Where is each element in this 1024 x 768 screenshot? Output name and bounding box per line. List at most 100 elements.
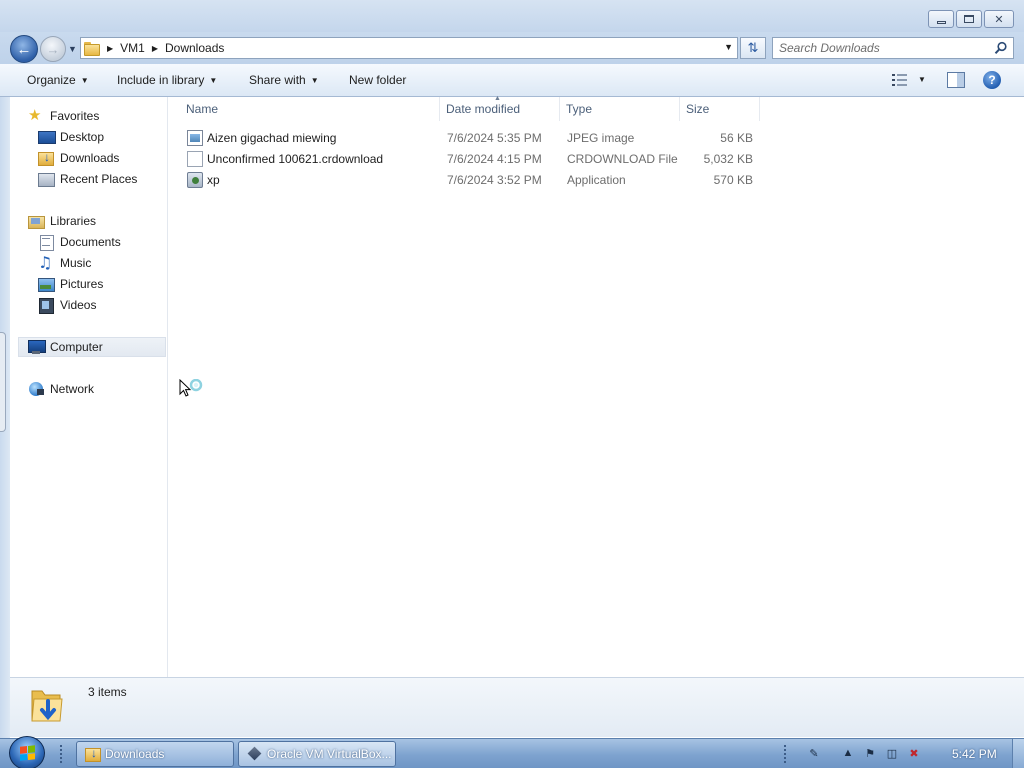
file-size: 570 KB bbox=[713, 173, 753, 187]
star-icon: ★ bbox=[28, 107, 42, 124]
taskbar-clock[interactable]: 5:42 PM bbox=[952, 747, 997, 761]
forward-button[interactable]: → bbox=[40, 36, 66, 62]
busy-cursor-icon bbox=[179, 379, 203, 397]
file-type: Application bbox=[567, 173, 626, 187]
column-header-label: Type bbox=[566, 102, 593, 116]
refresh-button[interactable]: ⇅ bbox=[740, 37, 766, 59]
virtualbox-icon bbox=[247, 746, 263, 762]
sidebar-item-label: Network bbox=[50, 382, 95, 396]
windows-logo-icon bbox=[20, 745, 35, 761]
recent-pages-dropdown[interactable]: ▼ bbox=[68, 44, 77, 54]
tray-grip[interactable] bbox=[784, 745, 788, 763]
close-button[interactable]: ✕ bbox=[984, 10, 1014, 28]
organize-menu[interactable]: Organize ▼ bbox=[27, 73, 89, 87]
window-left-border bbox=[0, 32, 10, 738]
action-center-flag-icon[interactable]: ⚑ bbox=[862, 745, 878, 761]
file-size: 5,032 KB bbox=[703, 152, 753, 166]
file-row[interactable]: Unconfirmed 100621.crdownload 7/6/2024 4… bbox=[181, 149, 761, 170]
computer-icon bbox=[28, 339, 46, 355]
sidebar-item-label: Favorites bbox=[50, 109, 100, 123]
file-list-view[interactable]: Name ▲ Date modified Type Size Aizen gig… bbox=[169, 95, 1024, 677]
downloads-folder-icon bbox=[31, 690, 63, 722]
close-icon: ✕ bbox=[994, 12, 1004, 26]
column-header-type[interactable]: Type bbox=[560, 97, 680, 121]
chevron-right-icon[interactable]: ▶ bbox=[152, 44, 158, 53]
column-header-label: Date modified bbox=[446, 102, 521, 116]
blank-file-icon bbox=[187, 151, 203, 167]
taskbar-button-virtualbox[interactable]: Oracle VM VirtualBox... bbox=[238, 741, 396, 767]
chevron-down-icon: ▼ bbox=[80, 75, 89, 85]
back-button[interactable]: ← bbox=[10, 35, 38, 63]
minimize-button[interactable] bbox=[928, 10, 954, 28]
sidebar-item-computer[interactable]: Computer bbox=[18, 337, 166, 357]
sidebar-item-downloads[interactable]: Downloads bbox=[38, 148, 119, 168]
breadcrumb-downloads[interactable]: Downloads bbox=[165, 41, 224, 55]
column-header-date-modified[interactable]: Date modified bbox=[440, 97, 560, 121]
start-button[interactable] bbox=[9, 736, 45, 768]
search-icon[interactable] bbox=[994, 41, 1008, 55]
help-button[interactable]: ? bbox=[983, 71, 1001, 89]
share-with-menu[interactable]: Share with ▼ bbox=[249, 73, 319, 87]
view-options-dropdown[interactable]: ▼ bbox=[918, 75, 926, 84]
volume-muted-icon[interactable]: ✖ bbox=[906, 745, 922, 761]
show-hidden-icons-icon[interactable]: ▲ bbox=[840, 745, 856, 761]
sidebar-item-label: Videos bbox=[60, 298, 97, 312]
sidebar-item-label: Libraries bbox=[50, 214, 97, 228]
address-bar[interactable]: ▶ VM1 ▶ Downloads ▼ bbox=[80, 37, 738, 59]
caption-buttons: ✕ bbox=[926, 10, 1014, 28]
maximize-icon bbox=[964, 15, 974, 23]
keyboard-layout-icon[interactable]: ✎ bbox=[806, 745, 822, 761]
sidebar-item-videos[interactable]: Videos bbox=[38, 295, 96, 315]
taskbar-grip[interactable] bbox=[60, 745, 64, 763]
jpeg-file-icon bbox=[187, 130, 203, 146]
network-status-icon[interactable]: ◫ bbox=[884, 745, 900, 761]
file-date-modified: 7/6/2024 3:52 PM bbox=[447, 173, 542, 187]
help-icon: ? bbox=[988, 73, 996, 87]
maximize-button[interactable] bbox=[956, 10, 982, 28]
search-box[interactable] bbox=[772, 37, 1014, 59]
side-dock-handle[interactable] bbox=[0, 332, 6, 432]
column-header-name[interactable]: Name bbox=[180, 97, 440, 121]
file-row[interactable]: Aizen gigachad miewing 7/6/2024 5:35 PM … bbox=[181, 128, 761, 149]
chevron-down-icon: ▼ bbox=[310, 75, 319, 85]
refresh-icon: ⇅ bbox=[747, 40, 759, 55]
sidebar-item-recent-places[interactable]: Recent Places bbox=[38, 169, 137, 189]
taskbar-button-label: Downloads bbox=[105, 747, 165, 761]
change-view-icon[interactable] bbox=[892, 73, 908, 87]
explorer-folder-icon bbox=[85, 746, 101, 762]
sidebar-item-label: Desktop bbox=[60, 130, 105, 144]
include-in-library-menu[interactable]: Include in library ▼ bbox=[117, 73, 217, 87]
sidebar-item-label: Pictures bbox=[60, 277, 104, 291]
new-folder-label: New folder bbox=[349, 73, 407, 87]
sidebar-item-documents[interactable]: Documents bbox=[38, 232, 121, 252]
column-header-size[interactable]: Size bbox=[680, 97, 760, 121]
file-row[interactable]: xp 7/6/2024 3:52 PM Application 570 KB bbox=[181, 170, 761, 191]
taskbar: Downloads Oracle VM VirtualBox... ✎ ▲ ⚑ … bbox=[0, 736, 1024, 768]
search-input[interactable] bbox=[773, 38, 983, 58]
organize-label: Organize bbox=[27, 73, 76, 87]
file-name: Unconfirmed 100621.crdownload bbox=[207, 152, 384, 166]
sidebar-item-desktop[interactable]: Desktop bbox=[38, 127, 104, 147]
new-folder-button[interactable]: New folder bbox=[349, 73, 406, 87]
taskbar-button-downloads[interactable]: Downloads bbox=[76, 741, 234, 767]
libraries-icon bbox=[28, 213, 45, 229]
sidebar-item-libraries[interactable]: Libraries bbox=[28, 211, 96, 231]
share-with-label: Share with bbox=[249, 73, 306, 87]
file-size: 56 KB bbox=[720, 131, 753, 145]
sidebar-item-network[interactable]: Network bbox=[28, 379, 94, 399]
sidebar-item-music[interactable]: ♫ Music bbox=[38, 253, 91, 273]
item-count: 3 items bbox=[88, 685, 127, 699]
show-desktop-button[interactable] bbox=[1012, 739, 1024, 768]
chevron-right-icon[interactable]: ▶ bbox=[107, 44, 113, 53]
chevron-down-icon[interactable]: ▼ bbox=[724, 42, 733, 52]
breadcrumb-vm1[interactable]: VM1 bbox=[120, 41, 145, 55]
chevron-down-icon: ▼ bbox=[209, 75, 218, 85]
navigation-pane: ★ Favorites Desktop Downloads Recent Pla… bbox=[10, 97, 168, 677]
sidebar-item-pictures[interactable]: Pictures bbox=[38, 274, 103, 294]
documents-icon bbox=[38, 234, 54, 251]
sidebar-item-favorites[interactable]: ★ Favorites bbox=[28, 106, 99, 126]
preview-pane-button[interactable] bbox=[947, 72, 965, 88]
file-date-modified: 7/6/2024 4:15 PM bbox=[447, 152, 542, 166]
column-header-label: Size bbox=[686, 102, 710, 116]
details-pane: 3 items bbox=[10, 677, 1024, 737]
